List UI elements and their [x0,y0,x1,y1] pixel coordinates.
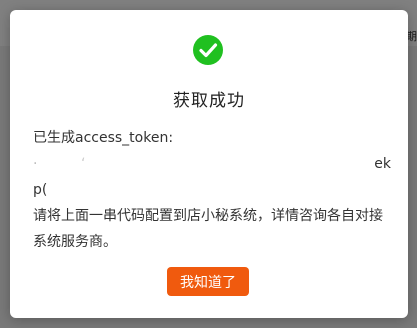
access-token-value[interactable]: · ‘ ek [33,151,391,177]
token-label: 已生成access_token: [33,130,174,146]
token-tail: p( [33,182,48,198]
token-mid: ‘ [81,156,86,172]
check-circle-icon [193,35,223,65]
token-start: · [33,156,38,172]
token-end: ek [374,156,391,172]
message-line-1: 请将上面一串代码配置到店小秘系统，详情咨询各自对接 [33,208,383,224]
success-dialog: 获取成功 已生成access_token: · ‘ ek p( 请将上面一串代码… [10,10,408,318]
dialog-title: 获取成功 [173,91,245,111]
ok-button[interactable]: 我知道了 [167,267,249,296]
dialog-body: 已生成access_token: · ‘ ek p( 请将上面一串代码配置到店小… [33,125,391,255]
message-line-2: 系统服务商。 [33,234,117,250]
